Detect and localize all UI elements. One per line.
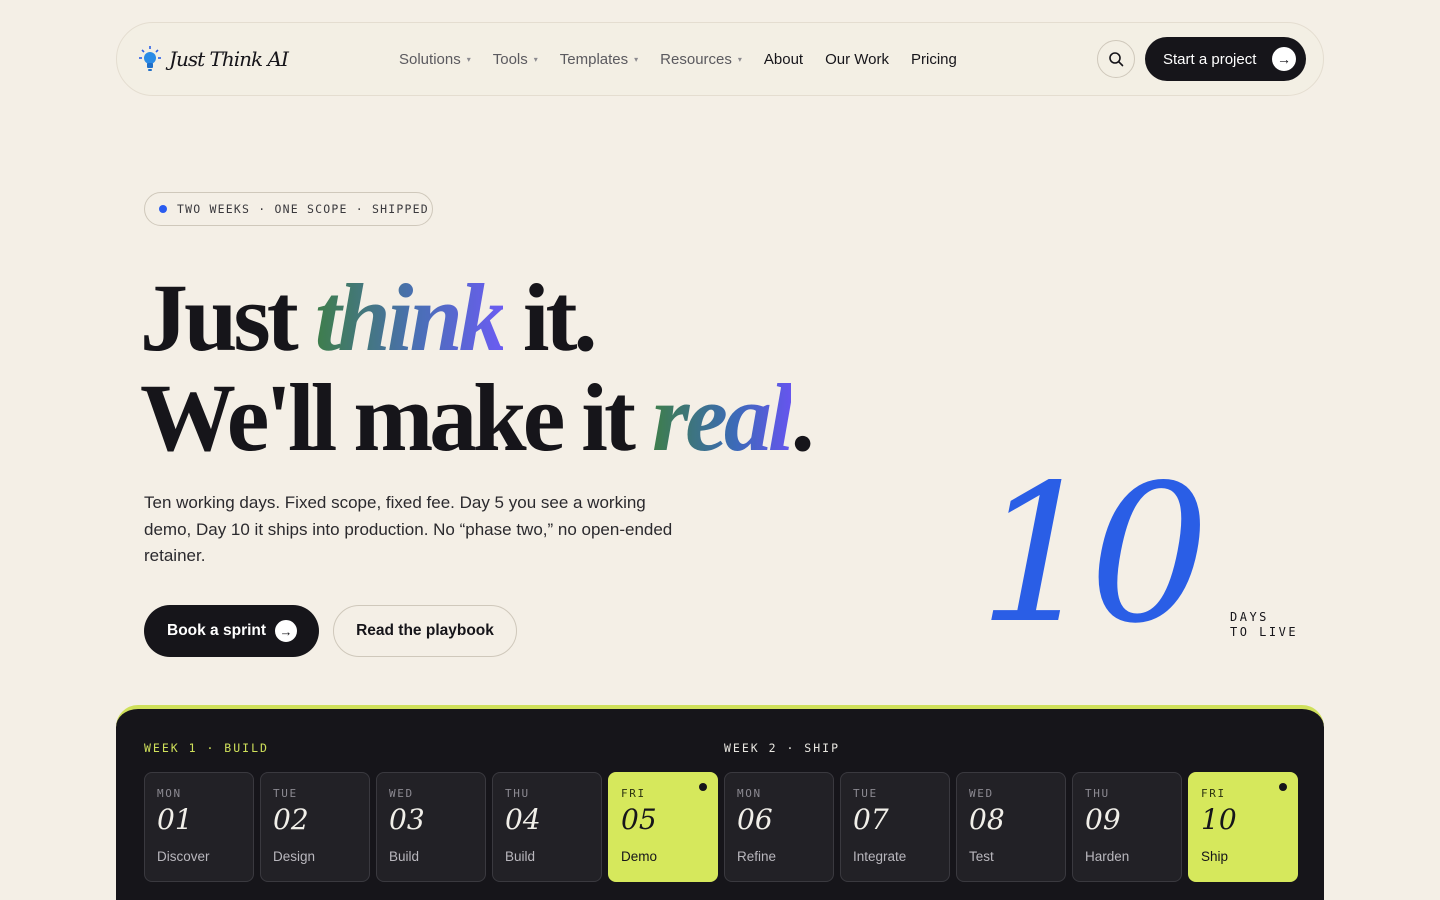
menu-item-resources[interactable]: Resources ▾ (660, 51, 742, 68)
day-task: Integrate (853, 849, 907, 864)
book-sprint-label: Book a sprint (167, 622, 267, 639)
menu-item-label: Solutions (399, 50, 461, 68)
milestone-dot-icon (1279, 783, 1287, 791)
day-task: Design (273, 849, 316, 864)
day-number: 10 (1201, 803, 1237, 836)
headline-text: Just (140, 264, 315, 371)
day-cards: MON 01 Discover TUE 02 Design WED 03 Bui… (144, 772, 1298, 882)
days-big-number: 10 (978, 444, 1210, 665)
day-card-09[interactable]: THU 09 Harden (1072, 772, 1182, 882)
caret-down-icon: ▾ (466, 54, 471, 64)
day-task: Demo (621, 849, 658, 864)
day-card-05[interactable]: FRI 05 Demo (608, 772, 718, 882)
day-name: TUE (273, 787, 298, 800)
read-playbook-button[interactable]: Read the playbook (333, 605, 517, 657)
menu-item-our-work[interactable]: Our Work (825, 51, 889, 68)
day-card-07[interactable]: TUE 07 Integrate (840, 772, 950, 882)
week-2-label: WEEK 2 · SHIP (724, 741, 841, 755)
read-playbook-label: Read the playbook (356, 622, 494, 639)
day-name: THU (505, 787, 530, 800)
day-name: MON (157, 787, 182, 800)
caret-down-icon: ▾ (634, 54, 639, 64)
start-project-button[interactable]: Start a project → (1145, 37, 1306, 81)
day-card-10[interactable]: FRI 10 Ship (1188, 772, 1298, 882)
day-number: 04 (505, 803, 541, 836)
day-name: FRI (1201, 787, 1226, 800)
brand-logo[interactable]: Just Think AI (139, 45, 289, 73)
day-card-01[interactable]: MON 01 Discover (144, 772, 254, 882)
day-task: Discover (157, 849, 210, 864)
caret-down-icon: ▾ (533, 54, 538, 64)
headline-accent-think: think (314, 264, 507, 371)
day-number: 09 (1085, 803, 1121, 836)
menu-item-label: Templates (559, 50, 629, 68)
menu-item-solutions[interactable]: Solutions ▾ (399, 51, 471, 68)
menu-item-label: Resources (660, 50, 732, 68)
day-task: Refine (737, 849, 777, 864)
headline-accent-real: real (651, 364, 795, 471)
menu-item-pricing[interactable]: Pricing (911, 51, 957, 68)
day-task: Build (505, 849, 536, 864)
day-number: 03 (389, 803, 425, 836)
brand-name: Just Think AI (169, 47, 289, 71)
day-number: 05 (621, 803, 657, 836)
headline-text: We'll make it (140, 364, 652, 471)
day-name: WED (969, 787, 994, 800)
book-sprint-button[interactable]: Book a sprint → (144, 605, 319, 657)
menu-item-label: Tools (492, 50, 528, 68)
day-number: 01 (157, 803, 193, 836)
day-task: Test (969, 849, 994, 864)
headline-line-2: We'll make it real. (140, 368, 815, 468)
hero-headline: Just think it. We'll make it real. (140, 268, 815, 468)
day-name: THU (1085, 787, 1110, 800)
days-label-line-1: DAYS (1230, 610, 1269, 624)
start-project-label: Start a project (1163, 50, 1257, 68)
sprint-timeline: WEEK 1 · BUILD WEEK 2 · SHIP MON 01 Disc… (116, 705, 1324, 900)
day-number: 08 (969, 803, 1005, 836)
day-card-08[interactable]: WED 08 Test (956, 772, 1066, 882)
milestone-dot-icon (699, 783, 707, 791)
caret-down-icon: ▾ (737, 54, 742, 64)
main-menu: Solutions ▾ Tools ▾ Templates ▾ Resource… (399, 23, 957, 95)
day-number: 07 (853, 803, 889, 836)
menu-item-label: Pricing (911, 50, 957, 68)
day-card-06[interactable]: MON 06 Refine (724, 772, 834, 882)
menu-item-label: About (763, 50, 804, 68)
menu-item-templates[interactable]: Templates ▾ (560, 51, 638, 68)
day-name: MON (737, 787, 762, 800)
day-name: TUE (853, 787, 878, 800)
day-task: Harden (1085, 849, 1130, 864)
menu-item-label: Our Work (825, 50, 889, 68)
headline-line-1: Just think it. (140, 268, 811, 368)
menu-item-tools[interactable]: Tools ▾ (493, 51, 538, 68)
headline-text: it. (502, 264, 598, 371)
arrow-right-icon: → (275, 620, 297, 642)
days-to-live-label: DAYS TO LIVE (1230, 610, 1298, 640)
hero-lede: Ten working days. Fixed scope, fixed fee… (144, 493, 673, 565)
badge-text: TWO WEEKS · ONE SCOPE · SHIPPED (177, 202, 429, 216)
day-card-02[interactable]: TUE 02 Design (260, 772, 370, 882)
day-name: WED (389, 787, 414, 800)
day-name: FRI (621, 787, 646, 800)
day-task: Build (389, 849, 420, 864)
arrow-right-icon: → (1272, 47, 1296, 71)
day-card-04[interactable]: THU 04 Build (492, 772, 602, 882)
lightbulb-icon (139, 46, 161, 71)
top-nav: Just Think AI Solutions ▾ Tools ▾ Templa… (116, 22, 1324, 96)
week-1-label: WEEK 1 · BUILD (144, 741, 269, 755)
hero-badge: TWO WEEKS · ONE SCOPE · SHIPPED (144, 192, 433, 226)
search-icon (1109, 52, 1124, 67)
headline-text: . (790, 364, 815, 471)
status-dot-icon (159, 205, 167, 213)
day-task: Ship (1201, 849, 1229, 864)
days-label-line-2: TO LIVE (1230, 625, 1299, 639)
menu-item-about[interactable]: About (764, 51, 803, 68)
day-number: 06 (737, 803, 773, 836)
search-button[interactable] (1097, 40, 1135, 78)
day-number: 02 (273, 803, 309, 836)
day-card-03[interactable]: WED 03 Build (376, 772, 486, 882)
